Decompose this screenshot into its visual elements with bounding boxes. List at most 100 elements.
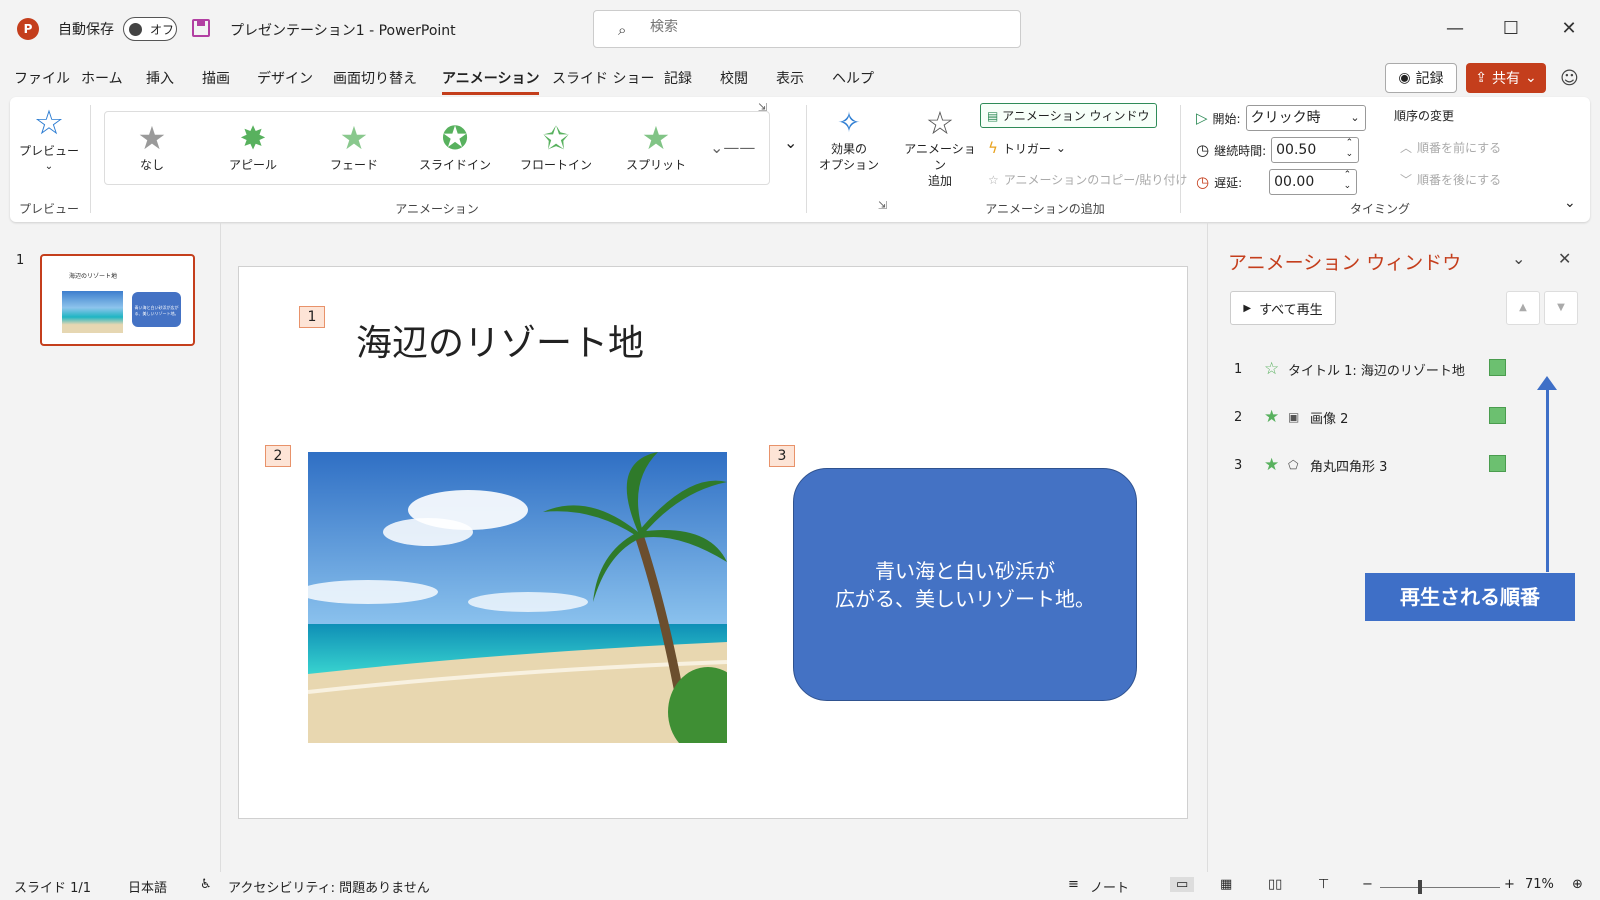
add-animation-button[interactable]: ☆ アニメーション 追加 <box>902 105 978 189</box>
tab-animations[interactable]: アニメーション <box>442 68 540 95</box>
gallery-fly-in[interactable]: ✪ スライドイン <box>410 120 500 173</box>
maximize-icon[interactable]: ☐ <box>1496 14 1526 44</box>
animation-list-item[interactable]: 2 ★ ▣ 画像 2 <box>1234 405 1504 429</box>
search-icon: ⌕ <box>618 21 627 39</box>
animation-list-item[interactable]: 1 ☆ タイトル 1: 海辺のリゾート地 <box>1234 357 1504 381</box>
beach-image[interactable] <box>308 452 727 743</box>
timeline-bar[interactable] <box>1489 407 1506 424</box>
slideshow-icon[interactable]: ⊤ <box>1318 877 1329 892</box>
start-label: 開始: <box>1212 111 1241 126</box>
tab-file[interactable]: ファイル <box>14 68 70 92</box>
accessibility-icon[interactable]: ♿ <box>200 877 212 892</box>
share-icon: ⇪ <box>1475 70 1487 86</box>
gallery-none[interactable]: ★ なし <box>107 120 197 173</box>
dialog-launcher-icon[interactable]: ⇲ <box>878 199 887 212</box>
search-box[interactable]: ⌕ <box>593 10 1021 48</box>
fit-to-window-icon[interactable]: ⊕ <box>1572 877 1583 892</box>
search-input[interactable] <box>650 19 950 35</box>
gallery-label: なし <box>139 158 164 172</box>
autosave-toggle[interactable]: オフ <box>123 17 177 41</box>
tab-review[interactable]: 校閲 <box>720 68 748 92</box>
move-later-button[interactable]: ﹀ 順番を後にする <box>1400 171 1501 188</box>
chevron-down-icon: ⌄ <box>1525 70 1537 86</box>
star-split-icon: ★ <box>641 119 671 157</box>
tab-slideshow[interactable]: スライド ショー <box>552 68 654 92</box>
close-window-icon[interactable]: ✕ <box>1554 14 1584 44</box>
normal-view-icon[interactable]: ▭ <box>1170 877 1195 892</box>
reading-view-icon[interactable]: ▯▯ <box>1268 877 1282 892</box>
tab-help[interactable]: ヘルプ <box>832 68 874 92</box>
start-value: クリック時 <box>1250 110 1321 126</box>
toggle-knob <box>129 23 142 36</box>
delay-label: 遅延: <box>1214 175 1243 190</box>
trigger-button[interactable]: ϟ トリガー ⌄ <box>988 139 1066 157</box>
zoom-out-icon[interactable]: − <box>1362 877 1373 892</box>
tab-transitions[interactable]: 画面切り替え <box>333 68 417 92</box>
tab-draw[interactable]: 描画 <box>202 68 230 92</box>
move-up-icon[interactable]: ▲ <box>1506 291 1540 325</box>
collapse-ribbon-icon[interactable]: ⌄ <box>1564 195 1576 211</box>
language[interactable]: 日本語 <box>128 877 167 896</box>
spin-icon[interactable]: ⌃ ⌄ <box>1344 170 1357 192</box>
animation-order-tag[interactable]: 3 <box>769 445 795 467</box>
effect-options-button[interactable]: ✧ 効果の オプション <box>814 105 884 173</box>
spin-icon[interactable]: ⌃ ⌄ <box>1346 138 1359 160</box>
entrance-star-icon: ★ <box>1264 407 1280 427</box>
timeline-bar[interactable] <box>1489 455 1506 472</box>
item-label: タイトル 1: 海辺のリゾート地 <box>1288 363 1465 379</box>
zoom-in-icon[interactable]: + <box>1504 877 1515 892</box>
save-icon[interactable] <box>192 19 210 37</box>
gallery-float-in[interactable]: ✩ フロートイン <box>511 120 601 173</box>
animation-list-item[interactable]: 3 ★ ⬠ 角丸四角形 3 <box>1234 453 1504 477</box>
notes-button[interactable]: ノート <box>1090 877 1129 896</box>
tab-record[interactable]: 記録 <box>664 68 692 92</box>
duration-row: ◷ 継続時間: 00.50 ⌃ ⌄ <box>1196 137 1360 163</box>
entrance-star-icon: ☆ <box>1264 359 1280 379</box>
record-button[interactable]: ◉ 記録 <box>1385 63 1457 93</box>
tab-view[interactable]: 表示 <box>776 68 804 92</box>
duration-label: 継続時間: <box>1214 143 1267 158</box>
move-earlier-button[interactable]: ︿ 順番を前にする <box>1400 139 1501 156</box>
gallery-appear[interactable]: ✸ アピール <box>208 120 298 173</box>
start-select[interactable]: クリック時 ⌄ <box>1245 105 1366 131</box>
move-down-icon[interactable]: ▼ <box>1544 291 1578 325</box>
animation-window-button[interactable]: ▤ アニメーション ウィンドウ <box>980 103 1157 128</box>
slide-counter[interactable]: スライド 1/1 <box>14 877 91 896</box>
animation-order-tag[interactable]: 2 <box>265 445 291 467</box>
dialog-launcher-icon[interactable]: ⇲ <box>758 101 767 114</box>
share-button[interactable]: ⇪ 共有 ⌄ <box>1466 63 1546 93</box>
slide-title[interactable]: 海辺のリゾート地 <box>356 314 644 366</box>
duration-input[interactable]: 00.50 ⌃ ⌄ <box>1271 137 1360 163</box>
rounded-rectangle-shape[interactable]: 青い海と白い砂浜が 広がる、美しいリゾート地。 <box>793 468 1137 701</box>
gallery-more-icon[interactable]: ⌄—— <box>710 138 755 157</box>
preview-button[interactable]: ☆ プレビュー ⌄ <box>18 103 80 175</box>
comments-icon[interactable]: ☺ <box>1560 68 1579 89</box>
play-all-button[interactable]: ▶ すべて再生 <box>1230 291 1336 325</box>
gallery-split[interactable]: ★ スプリット <box>611 120 701 173</box>
notes-icon[interactable]: ≡ <box>1068 877 1079 892</box>
zoom-slider-thumb[interactable] <box>1418 880 1422 894</box>
reorder-title: 順序の変更 <box>1394 109 1455 123</box>
zoom-level[interactable]: 71% <box>1525 877 1554 892</box>
tab-home[interactable]: ホーム <box>81 68 123 92</box>
tab-insert[interactable]: 挿入 <box>146 68 174 92</box>
slide-thumbnail[interactable]: 海辺のリゾート地 青い海と白い砂浜が広がる、美しいリゾート地。 <box>40 254 195 346</box>
accessibility-status[interactable]: アクセシビリティ: 問題ありません <box>228 877 430 896</box>
delay-input[interactable]: 00.00 ⌃ ⌄ <box>1269 169 1358 195</box>
chevron-down-icon[interactable]: ⌄ <box>1512 249 1525 268</box>
slide-sorter-icon[interactable]: ▦ <box>1220 877 1232 892</box>
animation-painter-button[interactable]: ☆ アニメーションのコピー/貼り付け <box>988 171 1187 188</box>
gallery-fade[interactable]: ★ フェード <box>309 120 399 173</box>
gallery-expand-icon[interactable]: ⌄ <box>784 133 797 152</box>
close-pane-icon[interactable]: ✕ <box>1558 249 1571 268</box>
animation-pane-icon: ▤ <box>987 109 999 123</box>
minimize-icon[interactable]: — <box>1440 14 1470 44</box>
tab-design[interactable]: デザイン <box>257 68 313 92</box>
move-later-label: 順番を後にする <box>1417 173 1502 187</box>
animation-painter-label: アニメーションのコピー/貼り付け <box>1003 173 1188 187</box>
powerpoint-logo-icon: P <box>17 18 39 40</box>
timeline-bar[interactable] <box>1489 359 1506 376</box>
slide-number: 1 <box>16 253 25 268</box>
zoom-slider[interactable] <box>1380 887 1500 888</box>
animation-order-tag[interactable]: 1 <box>299 306 325 328</box>
